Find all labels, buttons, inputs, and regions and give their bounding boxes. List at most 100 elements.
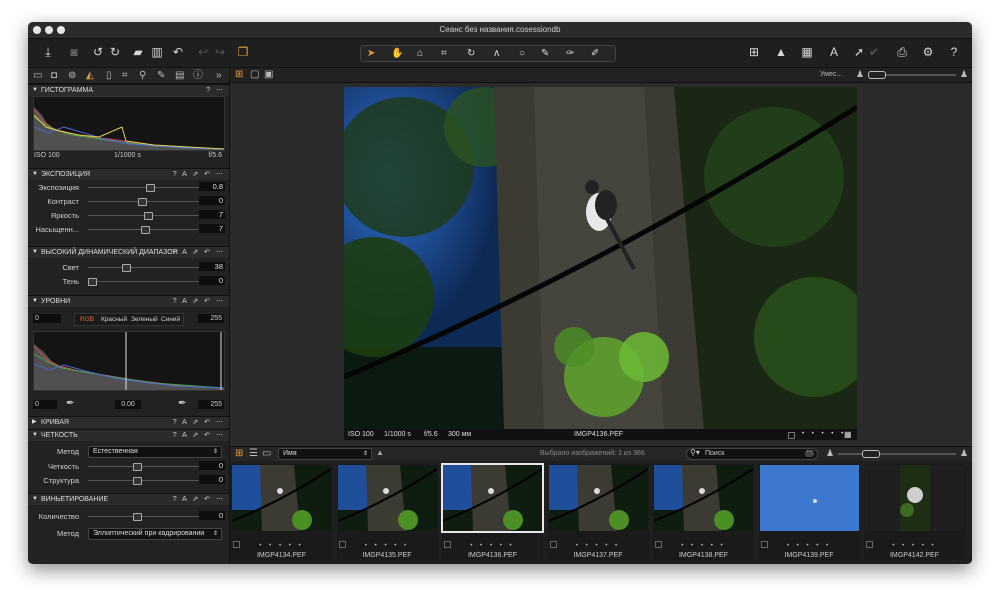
select-cursor-icon[interactable]: ➤: [367, 46, 375, 61]
pan-icon[interactable]: ✋: [391, 46, 403, 61]
levels-high-input[interactable]: 255: [198, 314, 224, 323]
check-icon[interactable]: ✔: [866, 45, 882, 60]
levels-header[interactable]: ▼ УРОВНИ? A ⇗ ↶ ⋯: [28, 295, 229, 307]
multi-view-icon[interactable]: ⊞: [235, 69, 243, 80]
clarity-method-dropdown[interactable]: Естественная ⇕: [88, 446, 222, 458]
text-icon[interactable]: A: [826, 45, 842, 60]
levels-out-high[interactable]: 255: [198, 400, 224, 409]
slider-value[interactable]: 0: [199, 475, 225, 484]
grid-icon[interactable]: ⊞: [746, 45, 762, 60]
clarity-header[interactable]: ▼ ЧЕТКОСТЬ? A ⇗ ↶ ⋯: [28, 429, 229, 441]
slider-value[interactable]: 0: [199, 511, 225, 520]
levels-out-low[interactable]: 0: [33, 400, 57, 409]
thumb-list-icon[interactable]: ☰: [249, 448, 258, 459]
sort-dropdown[interactable]: Имя ⇕: [278, 448, 372, 460]
eyedropper-light-icon[interactable]: ✒: [178, 398, 186, 409]
slider-value[interactable]: 0: [199, 461, 225, 470]
tab-exposure-icon[interactable]: ◭: [86, 69, 94, 82]
photo-color-tag-icon[interactable]: ▦: [844, 429, 852, 440]
thumbnail-image[interactable]: [548, 465, 648, 531]
slider-value[interactable]: 7: [199, 224, 225, 233]
thumbnail-rating[interactable]: • • • • •: [864, 543, 965, 549]
slider-knob[interactable]: [132, 463, 142, 471]
zoom-slider[interactable]: [868, 71, 956, 79]
more-tabs-icon[interactable]: »: [216, 69, 222, 82]
import-icon[interactable]: ⤓: [40, 45, 56, 60]
undo-icon[interactable]: ↩: [196, 45, 210, 60]
trash-icon[interactable]: ▥: [150, 45, 164, 60]
search-input[interactable]: Поиск: [705, 450, 724, 457]
thumbnail-image[interactable]: [759, 465, 859, 531]
photo-rating-stars[interactable]: • • • • •: [802, 429, 846, 440]
main-photo[interactable]: [344, 87, 857, 429]
tab-lens-icon[interactable]: ▯: [106, 69, 112, 82]
slider-value[interactable]: 38: [199, 262, 225, 271]
sort-direction-icon[interactable]: ▲: [376, 448, 384, 457]
reset-icon[interactable]: ↶: [171, 45, 185, 60]
vignetting-method-dropdown[interactable]: Эллиптический при кадрировании ⇕: [88, 528, 222, 540]
thumbnail-item[interactable]: • • • • • IMGP4135.PEF: [336, 464, 438, 560]
hdr-header[interactable]: ▼ ВЫСОКИЙ ДИНАМИЧЕСКИЙ ДИАПАЗОН? A ⇗ ↶ ⋯: [28, 246, 229, 258]
crop-icon[interactable]: ⌗: [441, 46, 447, 61]
slider-track[interactable]: [88, 477, 208, 485]
slider-value[interactable]: 7: [199, 210, 225, 219]
copy-icon[interactable]: ❐: [235, 45, 251, 60]
thumbnail-item[interactable]: • • • • • IMGP4142.PEF: [864, 464, 965, 560]
rotate-tool-icon[interactable]: ↻: [467, 46, 475, 61]
tab-color-icon[interactable]: ⊚: [68, 69, 76, 82]
slider-knob[interactable]: [146, 184, 156, 192]
fit-label[interactable]: Умес...: [820, 71, 842, 78]
slider-value[interactable]: 0: [199, 196, 225, 205]
tab-details-icon[interactable]: ⚲: [139, 69, 146, 82]
slider-track[interactable]: [88, 226, 208, 234]
tab-composition-icon[interactable]: ⌗: [122, 69, 128, 82]
histogram-header[interactable]: ▼ ГИСТОГРАММА? ⋯: [28, 84, 229, 96]
slider-track[interactable]: [88, 278, 208, 286]
warning-icon[interactable]: ▲: [773, 45, 789, 60]
rotate-left-icon[interactable]: ↺: [91, 45, 105, 60]
proof-view-icon[interactable]: ▣: [264, 69, 273, 80]
tab-metadata-icon[interactable]: ⓘ: [193, 69, 203, 82]
slider-knob[interactable]: [88, 278, 97, 286]
slider-track[interactable]: [88, 513, 208, 521]
tab-library-icon[interactable]: ▭: [33, 69, 42, 82]
channel-green[interactable]: Зеленый: [131, 314, 158, 325]
camera-icon[interactable]: ◙: [66, 45, 82, 60]
vignetting-header[interactable]: ▼ ВИНЬЕТИРОВАНИЕ? A ⇗ ↶ ⋯: [28, 493, 229, 505]
slider-value[interactable]: 0.8: [199, 182, 225, 191]
thumbnail-image[interactable]: [232, 465, 331, 531]
thumbnail-item[interactable]: • • • • • IMGP4137.PEF: [547, 464, 649, 560]
gear-icon[interactable]: ⚙: [920, 45, 936, 60]
tab-capture-icon[interactable]: ◘: [51, 69, 57, 82]
thumbnail-image[interactable]: [337, 465, 437, 531]
thumbnail-image[interactable]: [865, 465, 964, 531]
exposure-header[interactable]: ▼ ЭКСПОЗИЦИЯ? A ⇗ ↶ ⋯: [28, 168, 229, 180]
slider-track[interactable]: [88, 198, 208, 206]
levels-low-input[interactable]: 0: [33, 314, 61, 323]
slider-track[interactable]: [88, 184, 208, 192]
thumbnail-rating[interactable]: • • • • •: [231, 543, 332, 549]
thumbnail-image[interactable]: [441, 463, 544, 533]
slider-knob[interactable]: [144, 212, 153, 220]
thumbnail-rating[interactable]: • • • • •: [548, 543, 649, 549]
zoom-slider-knob[interactable]: [868, 71, 886, 79]
loupe-icon[interactable]: ⌂: [417, 46, 423, 61]
thumbnail-rating[interactable]: • • • • •: [653, 543, 754, 549]
thumbnail-item[interactable]: • • • • • IMGP4139.PEF: [758, 464, 860, 560]
thumbnail-item[interactable]: • • • • • IMGP4134.PEF: [231, 464, 332, 560]
thumbnail-rating[interactable]: • • • • •: [759, 543, 860, 549]
slider-knob[interactable]: [132, 513, 142, 521]
channel-red[interactable]: Красный: [101, 314, 127, 325]
tab-local-icon[interactable]: ✎: [157, 69, 165, 82]
slider-knob[interactable]: [132, 477, 142, 485]
arrow-icon[interactable]: ➚: [851, 45, 867, 60]
thumbnail-image[interactable]: [654, 465, 753, 531]
search-options-icon[interactable]: ⋯: [805, 449, 814, 457]
single-view-icon[interactable]: ▢: [250, 69, 259, 80]
focus-icon[interactable]: ▦: [799, 45, 815, 60]
annotate-icon[interactable]: ✐: [591, 46, 599, 61]
curve-header[interactable]: ▶ КРИВАЯ? A ⇗ ↶ ⋯: [28, 416, 229, 428]
help-icon[interactable]: ?: [946, 45, 962, 60]
slider-track[interactable]: [88, 212, 208, 220]
folder-icon[interactable]: ▰: [131, 45, 145, 60]
